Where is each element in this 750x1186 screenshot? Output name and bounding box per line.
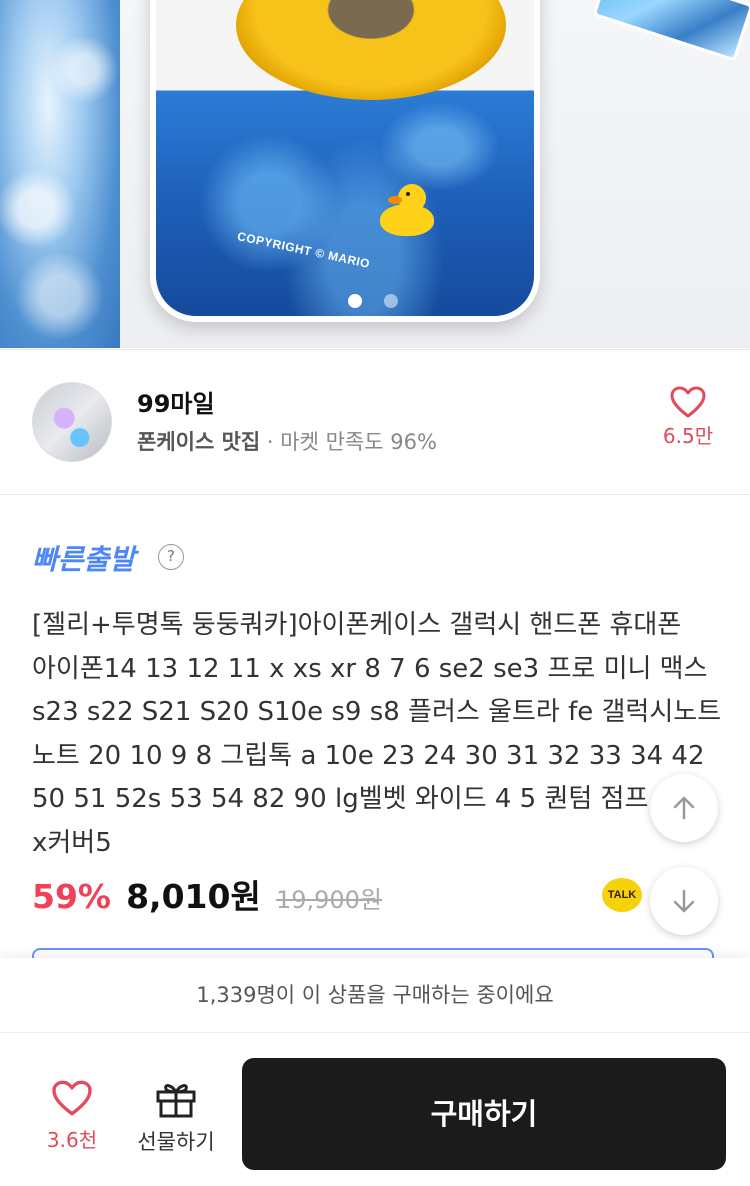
product-like-count: 3.6천 xyxy=(46,1128,98,1152)
price-row: 59% 8,010원 19,900원 xyxy=(32,870,382,918)
product-image-carousel[interactable]: COPYRIGHT © MARIO xyxy=(0,0,750,348)
carousel-dot-1[interactable] xyxy=(348,294,362,308)
seller-like-button[interactable]: 6.5만 xyxy=(650,386,726,449)
discount-rate: 59% xyxy=(32,877,111,916)
seller-name[interactable]: 99마일 xyxy=(137,384,215,419)
seller-subtitle: 폰케이스 맛집 · 마켓 만족도 96% xyxy=(137,426,437,456)
sale-price: 8,010원 xyxy=(126,877,261,916)
rubber-duck-image xyxy=(378,182,438,238)
fast-shipping-badge: 빠른출발 xyxy=(32,543,136,576)
product-like-button[interactable]: 3.6천 xyxy=(30,1080,114,1153)
background-sky-image xyxy=(0,0,120,348)
arrow-up-icon xyxy=(673,796,695,820)
separator: · xyxy=(266,430,274,454)
market-satisfaction: 마켓 만족도 96% xyxy=(280,430,437,454)
bottom-purchase-bar: 1,339명이 이 상품을 구매하는 중이에요 3.6천 선물하기 구매하기 xyxy=(0,958,750,1186)
carousel-dots[interactable] xyxy=(348,294,398,308)
heart-icon xyxy=(670,386,706,418)
gift-label: 선물하기 xyxy=(137,1130,215,1154)
scroll-bottom-button[interactable] xyxy=(650,867,718,935)
background-card-image xyxy=(592,0,750,62)
heart-icon xyxy=(52,1080,92,1116)
carousel-dot-2[interactable] xyxy=(384,294,398,308)
question-icon[interactable]: ? xyxy=(158,544,184,570)
gift-icon xyxy=(156,1084,196,1118)
kakao-talk-icon[interactable]: TALK xyxy=(602,878,642,912)
scroll-top-button[interactable] xyxy=(650,774,718,842)
original-price: 19,900원 xyxy=(275,886,382,914)
buying-now-notice: 1,339명이 이 상품을 구매하는 중이에요 xyxy=(0,958,750,1033)
seller-like-count: 6.5만 xyxy=(662,424,714,448)
seller-info[interactable]: 99마일 폰케이스 맛집 · 마켓 만족도 96% 6.5만 xyxy=(0,349,750,495)
arrow-down-icon xyxy=(673,889,695,913)
product-title: [젤리+투명톡 둥둥쿼카]아이폰케이스 갤럭시 핸드폰 휴대폰 아이폰14 13… xyxy=(32,610,722,858)
seller-avatar[interactable] xyxy=(32,382,112,462)
phone-case-image: COPYRIGHT © MARIO xyxy=(150,0,540,322)
seller-category: 폰케이스 맛집 xyxy=(137,430,261,454)
buy-button[interactable]: 구매하기 xyxy=(242,1058,726,1170)
gift-button[interactable]: 선물하기 xyxy=(130,1080,222,1156)
